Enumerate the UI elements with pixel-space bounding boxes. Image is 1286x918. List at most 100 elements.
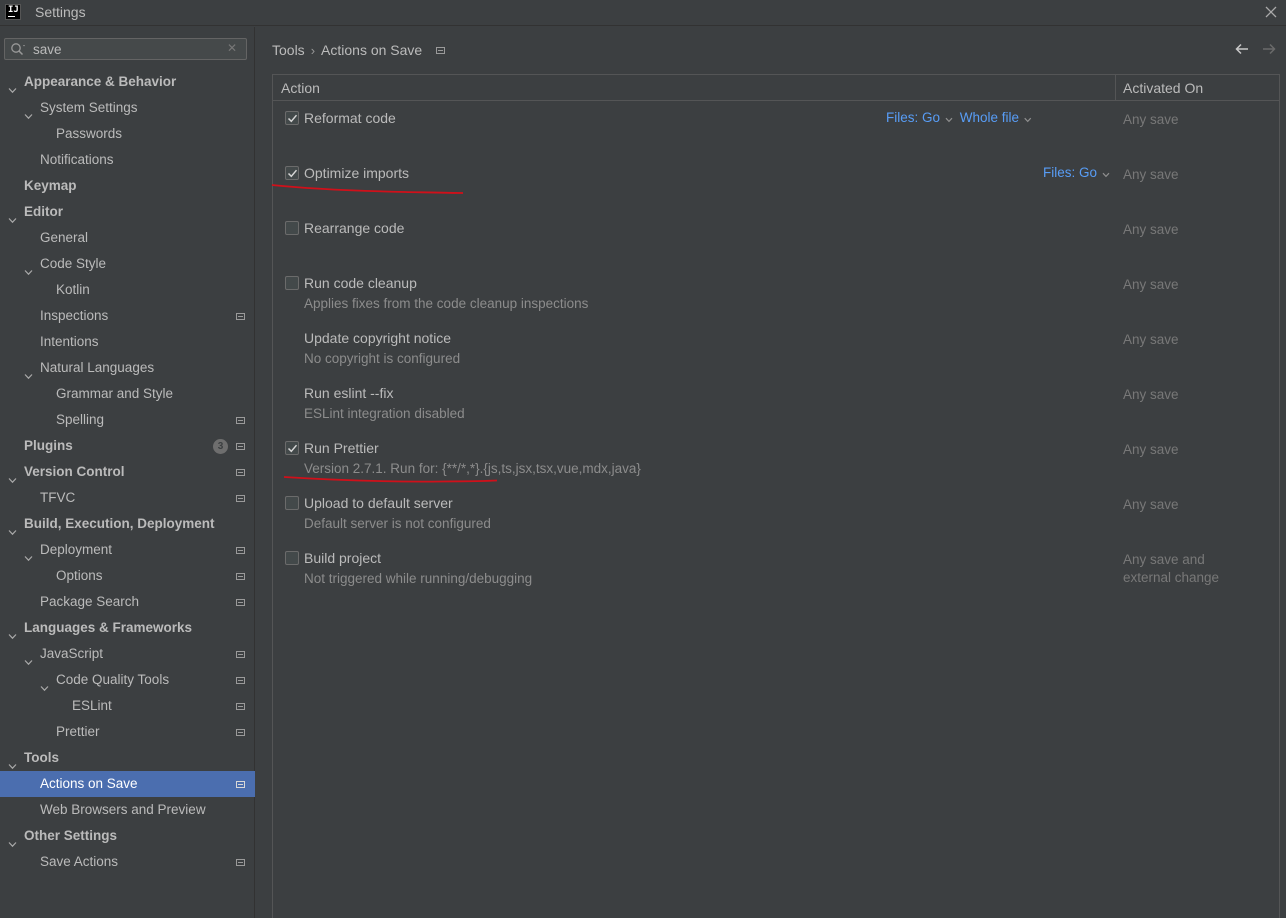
search-box[interactable]: ✕: [4, 38, 247, 60]
project-settings-icon: [236, 417, 245, 424]
action-row-run-prettier: Run Prettier Version 2.7.1. Run for: {**/…: [273, 432, 1279, 487]
sidebar-item-web-browsers-and-preview[interactable]: Web Browsers and Preview: [0, 797, 255, 823]
column-divider[interactable]: [1115, 75, 1116, 101]
sidebar-item-label: Tools: [24, 750, 59, 765]
action-title[interactable]: Run code cleanup: [304, 275, 417, 291]
sidebar-item-inspections[interactable]: Inspections: [0, 303, 255, 329]
sidebar-item-system-settings[interactable]: System Settings: [0, 95, 255, 121]
project-settings-icon: [236, 573, 245, 580]
sidebar-item-appearance-and-behavior[interactable]: Appearance & Behavior: [0, 69, 255, 95]
activated-on-value: Any save: [1123, 222, 1179, 237]
checkbox-run-prettier[interactable]: [285, 441, 299, 455]
chevron-down-icon[interactable]: [24, 364, 33, 380]
dropdown-whole-file[interactable]: Whole file: [960, 110, 1032, 126]
checkbox-optimize-imports[interactable]: [285, 166, 299, 180]
sidebar-item-grammar-and-style[interactable]: Grammar and Style: [0, 381, 255, 407]
sidebar-item-intentions[interactable]: Intentions: [0, 329, 255, 355]
checkbox-rearrange-code[interactable]: [285, 221, 299, 235]
sidebar-item-label: Keymap: [24, 178, 77, 193]
action-title[interactable]: Run Prettier: [304, 440, 379, 456]
sidebar-item-label: Other Settings: [24, 828, 118, 843]
sidebar-item-other-settings[interactable]: Other Settings: [0, 823, 255, 849]
sidebar-item-save-actions[interactable]: Save Actions: [0, 849, 255, 875]
breadcrumb-parent[interactable]: Tools: [272, 42, 305, 58]
close-icon[interactable]: [1262, 3, 1280, 21]
action-title[interactable]: Upload to default server: [304, 495, 453, 511]
action-description: Version 2.7.1. Run for: {**/*,*}.{js,ts,…: [304, 461, 641, 476]
action-row-upload-to-default-server: Upload to default server Default server i…: [273, 487, 1279, 542]
action-row-optimize-imports: Optimize imports Files: Go Any save: [273, 157, 1279, 212]
chevron-down-icon[interactable]: [40, 676, 49, 692]
chevron-down-icon[interactable]: [8, 78, 17, 94]
column-header-activated-on[interactable]: Activated On: [1123, 80, 1203, 96]
chevron-down-icon[interactable]: [8, 520, 17, 536]
sidebar-item-package-search[interactable]: Package Search: [0, 589, 255, 615]
sidebar-item-keymap[interactable]: Keymap: [0, 173, 255, 199]
sidebar-item-kotlin[interactable]: Kotlin: [0, 277, 255, 303]
sidebar-item-general[interactable]: General: [0, 225, 255, 251]
activated-on-value: Any save: [1123, 112, 1179, 127]
sidebar-item-tfvc[interactable]: TFVC: [0, 485, 255, 511]
chevron-down-icon[interactable]: [8, 754, 17, 770]
checkbox-reformat-code[interactable]: [285, 111, 299, 125]
chevron-down-icon[interactable]: [8, 208, 17, 224]
activated-on-value: Any save and external change: [1123, 551, 1219, 587]
sidebar-item-notifications[interactable]: Notifications: [0, 147, 255, 173]
activated-on-line: Any save and: [1123, 552, 1205, 567]
chevron-down-icon[interactable]: [8, 832, 17, 848]
sidebar-item-deployment[interactable]: Deployment: [0, 537, 255, 563]
action-row-build-project: Build project Not triggered while running…: [273, 542, 1279, 597]
sidebar-item-spelling[interactable]: Spelling: [0, 407, 255, 433]
checkbox-run-code-cleanup[interactable]: [285, 276, 299, 290]
action-description: ESLint integration disabled: [304, 406, 465, 421]
activated-on-value: Any save: [1123, 387, 1179, 402]
forward-arrow-icon[interactable]: [1261, 41, 1277, 57]
search-input[interactable]: [33, 40, 223, 58]
sidebar-item-prettier[interactable]: Prettier: [0, 719, 255, 745]
sidebar-item-label: Plugins: [24, 438, 73, 453]
sidebar-item-tools[interactable]: Tools: [0, 745, 255, 771]
chevron-down-icon[interactable]: [24, 650, 33, 666]
chevron-down-icon[interactable]: [8, 624, 17, 640]
sidebar-item-label: Web Browsers and Preview: [40, 802, 206, 817]
back-arrow-icon[interactable]: [1234, 41, 1250, 57]
sidebar-item-options[interactable]: Options: [0, 563, 255, 589]
sidebar-item-label: Languages & Frameworks: [24, 620, 193, 635]
sidebar-item-build-execution-deployment[interactable]: Build, Execution, Deployment: [0, 511, 255, 537]
action-title[interactable]: Build project: [304, 550, 381, 566]
checkbox-build-project[interactable]: [285, 551, 299, 565]
sidebar-item-natural-languages[interactable]: Natural Languages: [0, 355, 255, 381]
sidebar-item-passwords[interactable]: Passwords: [0, 121, 255, 147]
action-row-rearrange-code: Rearrange code Any save: [273, 212, 1279, 267]
dropdown-files-go[interactable]: Files: Go: [886, 110, 953, 126]
sidebar-item-version-control[interactable]: Version Control: [0, 459, 255, 485]
clear-search-icon[interactable]: ✕: [227, 42, 239, 54]
sidebar-item-eslint[interactable]: ESLint: [0, 693, 255, 719]
sidebar-item-label: Natural Languages: [40, 360, 155, 375]
action-title[interactable]: Optimize imports: [304, 165, 409, 181]
project-settings-icon: [236, 599, 245, 606]
action-title[interactable]: Reformat code: [304, 110, 396, 126]
sidebar-item-languages-and-frameworks[interactable]: Languages & Frameworks: [0, 615, 255, 641]
update-count-badge: 3: [213, 439, 228, 454]
sidebar-item-label: System Settings: [40, 100, 138, 115]
chevron-down-icon[interactable]: [24, 260, 33, 276]
sidebar-item-editor[interactable]: Editor: [0, 199, 255, 225]
chevron-down-icon[interactable]: [24, 104, 33, 120]
sidebar-item-javascript[interactable]: JavaScript: [0, 641, 255, 667]
sidebar-item-actions-on-save[interactable]: Actions on Save: [0, 771, 255, 797]
chevron-down-icon[interactable]: [24, 546, 33, 562]
sidebar-item-code-style[interactable]: Code Style: [0, 251, 255, 277]
sidebar-item-label: JavaScript: [40, 646, 104, 661]
sidebar-item-plugins[interactable]: Plugins 3: [0, 433, 255, 459]
checkbox-upload-to-default-server[interactable]: [285, 496, 299, 510]
action-title[interactable]: Rearrange code: [304, 220, 404, 236]
dropdown-files-go[interactable]: Files: Go: [1043, 165, 1110, 181]
column-header-action[interactable]: Action: [281, 80, 320, 96]
sidebar-item-code-quality-tools[interactable]: Code Quality Tools: [0, 667, 255, 693]
project-settings-icon: [236, 313, 245, 320]
sidebar-item-label: Save Actions: [40, 854, 119, 869]
project-settings-icon: [236, 443, 245, 450]
chevron-down-icon[interactable]: [8, 468, 17, 484]
dropdown-label: Files: Go: [885, 110, 940, 125]
